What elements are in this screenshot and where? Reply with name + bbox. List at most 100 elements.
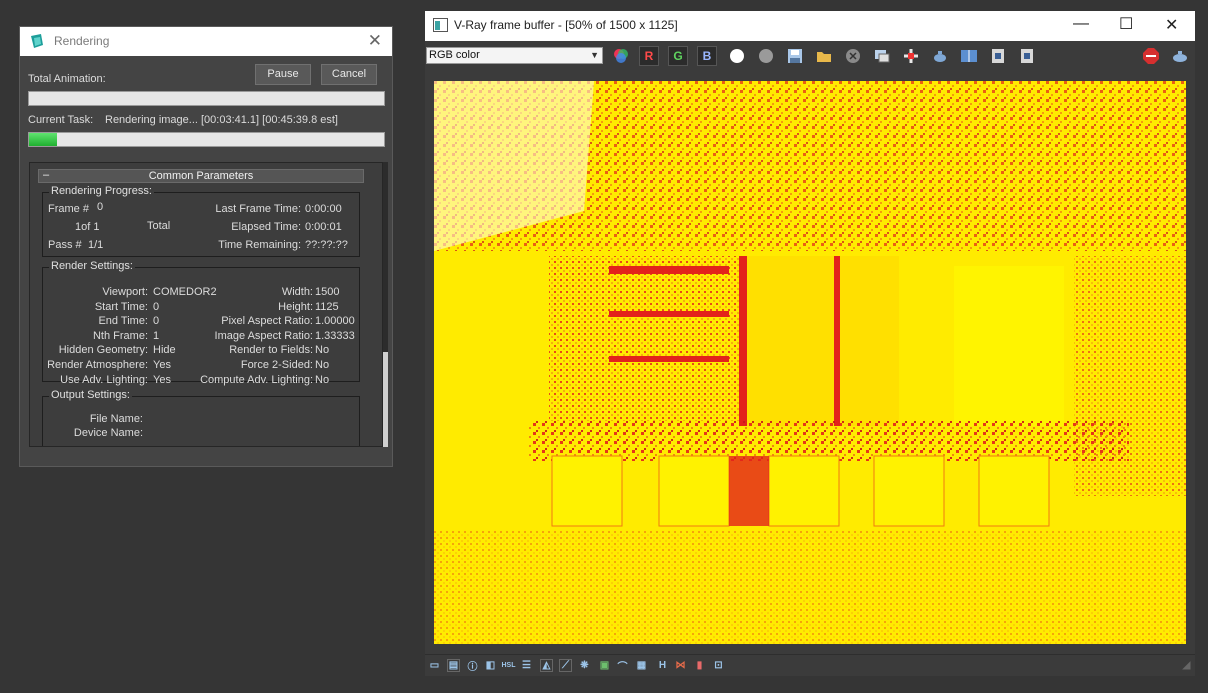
histogram-icon[interactable]: ◭ xyxy=(540,659,553,672)
region-render-icon[interactable] xyxy=(901,46,921,66)
render-setting-label: Render to Fields: xyxy=(229,344,313,357)
red-channel-icon[interactable]: R xyxy=(639,46,659,66)
render-setting-label: Image Aspect Ratio: xyxy=(214,329,313,342)
render-teapot-icon[interactable] xyxy=(1170,46,1190,66)
render-setting-value: 1.00000 xyxy=(315,315,355,328)
file-name-label: File Name: xyxy=(89,413,143,425)
render-setting-label: Height: xyxy=(278,300,313,313)
common-parameters-title: Common Parameters xyxy=(148,170,254,182)
channel-select[interactable]: RGB color ▼ xyxy=(426,47,603,64)
current-task-label: Current Task: xyxy=(28,114,94,126)
pause-button[interactable]: Pause xyxy=(255,64,311,85)
cancel-button[interactable]: Cancel xyxy=(321,64,377,85)
render-setting-label: Hidden Geometry: xyxy=(58,344,148,357)
history-icon[interactable] xyxy=(988,46,1008,66)
vfb-toolbar: RGB color ▼ R G B xyxy=(425,42,1195,70)
render-setting-label: Nth Frame: xyxy=(92,329,148,342)
vfb-window-icon xyxy=(433,18,448,32)
stop-icon[interactable] xyxy=(1141,46,1161,66)
render-setting-label: Render Atmosphere: xyxy=(47,359,148,371)
save-icon[interactable] xyxy=(785,46,805,66)
time-remaining-label: Time Remaining: xyxy=(218,239,301,251)
pass-label: Pass # xyxy=(48,239,82,251)
color-wheel-icon[interactable] xyxy=(611,46,631,66)
frame-value: 0 xyxy=(97,201,104,213)
render-setting-label: Pixel Aspect Ratio: xyxy=(221,315,313,328)
minimize-icon[interactable]: — xyxy=(1073,15,1089,33)
history-2-icon[interactable] xyxy=(1017,46,1037,66)
rendering-titlebar[interactable]: Rendering ✕ xyxy=(20,27,392,56)
last-frame-time-label: Last Frame Time: xyxy=(215,203,301,215)
current-task-progress xyxy=(28,132,385,147)
ocio-icon[interactable]: ▦ xyxy=(635,659,648,672)
maximize-icon[interactable]: ☐ xyxy=(1119,14,1133,34)
chevron-down-icon: ▼ xyxy=(590,50,599,60)
stamp-icon[interactable]: ▮ xyxy=(693,659,706,672)
close-icon[interactable]: ✕ xyxy=(1165,15,1178,35)
render-setting-value: Hide xyxy=(153,344,176,357)
total-animation-label: Total Animation: xyxy=(28,73,106,85)
render-setting-value: 0 xyxy=(153,300,160,313)
levels-icon[interactable]: ☰ xyxy=(520,659,533,672)
settings-icon[interactable]: ⊡ xyxy=(712,659,725,672)
render-setting-value: 0 xyxy=(153,315,160,328)
crop-icon[interactable]: ⋈ xyxy=(674,659,687,672)
exposure-icon[interactable]: ◧ xyxy=(484,659,497,672)
render-settings-title: Render Settings: xyxy=(49,260,135,272)
elapsed-time-label: Elapsed Time: xyxy=(231,221,301,233)
hsl-icon[interactable]: HSL xyxy=(502,659,516,672)
current-task-progress-fill xyxy=(29,133,58,146)
frame-of-value: 1of 1 xyxy=(75,221,100,233)
pass-value: 1/1 xyxy=(88,239,104,251)
rollout-scrollbar-thumb[interactable] xyxy=(383,352,388,447)
render-settings-group: Render Settings: Viewport: COMEDOR2 Start … xyxy=(42,260,360,386)
total-animation-progress xyxy=(28,91,385,106)
vfb-titlebar[interactable]: V-Ray frame buffer - [50% of 1500 x 1125… xyxy=(425,11,1195,41)
frame-label: Frame # xyxy=(48,203,89,215)
open-folder-icon[interactable] xyxy=(814,46,834,66)
curve-icon[interactable]: ⟋ xyxy=(559,659,572,672)
collapse-icon[interactable]: – xyxy=(43,169,49,181)
render-setting-value: No xyxy=(315,344,330,357)
clear-icon[interactable] xyxy=(843,46,863,66)
output-settings-title: Output Settings: xyxy=(49,389,132,401)
gray-dot-icon[interactable] xyxy=(756,46,776,66)
info-icon[interactable]: ⓘ xyxy=(466,659,479,673)
common-parameters-header[interactable]: – Common Parameters xyxy=(38,169,364,183)
close-icon[interactable]: ✕ xyxy=(368,31,382,51)
white-dot-icon[interactable] xyxy=(727,46,747,66)
h-icon[interactable]: H xyxy=(656,659,669,672)
common-parameters-rollout: – Common Parameters Rendering Progress: … xyxy=(29,162,383,447)
channel-select-value: RGB color xyxy=(429,49,480,61)
render-setting-label: End Time: xyxy=(98,315,148,328)
rendering-title: Rendering xyxy=(54,34,110,48)
render-canvas[interactable] xyxy=(434,81,1186,644)
total-label: Total xyxy=(147,220,171,232)
render-setting-label: Start Time: xyxy=(94,300,148,313)
current-task-value: Rendering image... [00:03:41.1] [00:45:3… xyxy=(105,114,338,126)
render-setting-value: No xyxy=(315,359,330,371)
compare-icon[interactable] xyxy=(959,46,979,66)
render-setting-value: No xyxy=(315,373,330,386)
resize-grip-icon[interactable]: ◢ xyxy=(1180,659,1193,672)
rollout-scrollbar[interactable] xyxy=(383,162,388,447)
display-icon[interactable]: ▭ xyxy=(428,659,441,672)
graph-icon[interactable]: ⌒ xyxy=(616,659,629,673)
rendered-image xyxy=(434,81,1186,644)
render-setting-label: Compute Adv. Lighting: xyxy=(200,373,313,386)
render-setting-value: COMEDOR2 xyxy=(153,286,217,298)
green-channel-icon[interactable]: G xyxy=(668,46,688,66)
lut-icon[interactable]: ▤ xyxy=(447,659,460,672)
render-setting-value: Yes xyxy=(153,373,171,386)
render-setting-value: 1 xyxy=(153,329,160,342)
copy-icon[interactable] xyxy=(872,46,892,66)
vfb-title: V-Ray frame buffer - [50% of 1500 x 1125… xyxy=(454,18,678,32)
image-icon[interactable]: ▣ xyxy=(598,659,611,672)
rendering-progress-title: Rendering Progress: xyxy=(49,185,154,197)
render-setting-value: Yes xyxy=(153,359,171,371)
teapot-icon[interactable] xyxy=(930,46,950,66)
blue-channel-icon[interactable]: B xyxy=(697,46,717,66)
render-setting-label: Width: xyxy=(281,286,313,298)
elapsed-time-value: 0:00:01 xyxy=(305,221,342,233)
lens-icon[interactable]: ❋ xyxy=(578,659,591,672)
